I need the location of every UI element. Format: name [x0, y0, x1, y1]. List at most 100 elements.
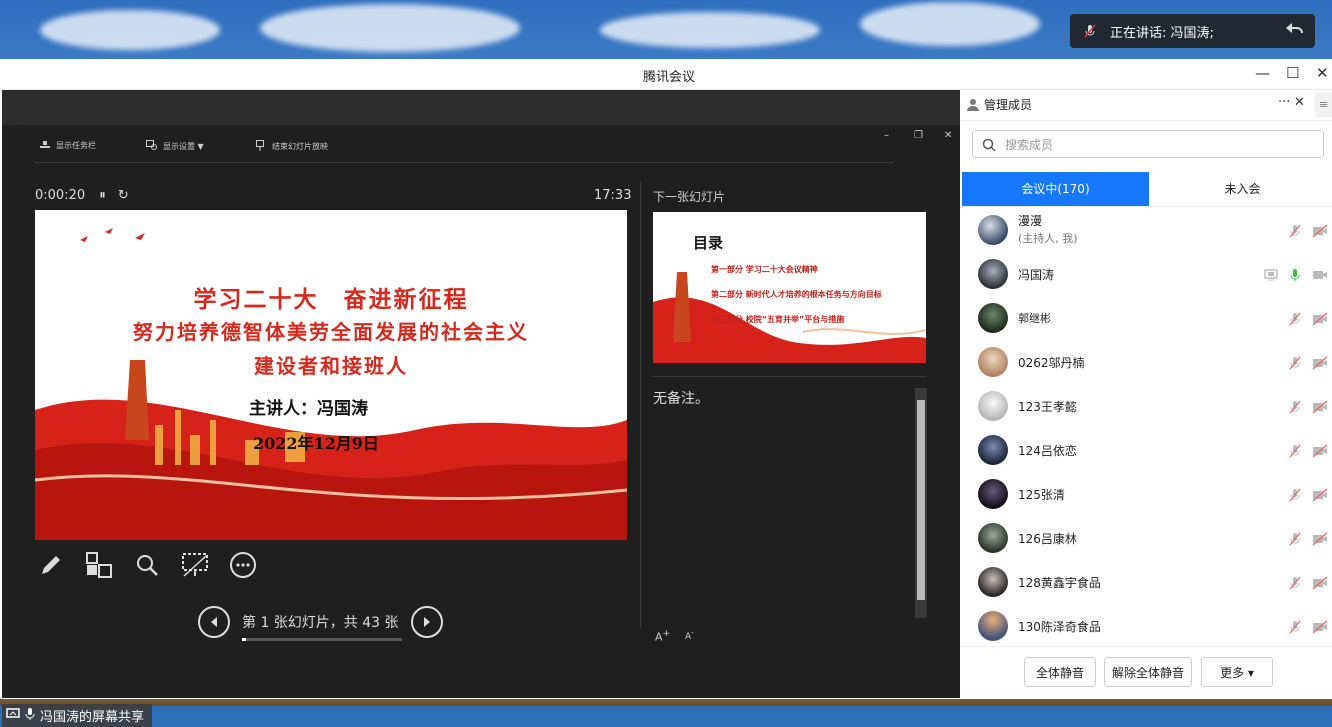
user-icon — [966, 97, 980, 116]
mic-muted-icon[interactable] — [1288, 619, 1302, 634]
speaking-text: 正在讲话: 冯国涛; — [1110, 25, 1214, 41]
member-tabs: 会议中(170) 未入会 — [962, 172, 1332, 207]
member-name: 郭继彬 — [1018, 312, 1051, 325]
taskbar-icon — [40, 140, 50, 151]
increase-font-button[interactable]: A+ — [655, 628, 670, 644]
close-button[interactable]: ✕ — [1316, 64, 1329, 82]
slide-progress-fill — [242, 638, 246, 641]
list-item[interactable]: 0262邬丹楠 — [960, 340, 1332, 384]
reset-timer-icon[interactable]: ↻ — [118, 188, 129, 203]
list-item[interactable]: 郭继彬 — [960, 296, 1332, 340]
pane-divider[interactable] — [640, 182, 641, 628]
mic-muted-icon[interactable] — [1288, 355, 1302, 370]
minimize-button[interactable]: — — [1255, 64, 1270, 82]
mic-muted-icon[interactable] — [1288, 223, 1302, 238]
cloud — [40, 10, 220, 50]
camera-off-icon[interactable] — [1312, 443, 1328, 458]
speaking-indicator[interactable]: 正在讲话: 冯国涛; — [1070, 14, 1315, 48]
camera-off-icon[interactable] — [1312, 311, 1328, 326]
pen-icon[interactable] — [36, 550, 66, 580]
unmute-all-button[interactable]: 解除全体静音 — [1104, 657, 1192, 687]
end-slideshow-button[interactable]: 结束幻灯片放映 — [256, 140, 328, 153]
next-slide-item: 第三部分 校院“五育并举”平台与措施 — [711, 315, 845, 324]
list-item[interactable]: 124吕依恋 — [960, 428, 1332, 472]
camera-off-icon[interactable] — [1312, 223, 1328, 238]
more-menu-icon[interactable]: ··· — [1278, 95, 1290, 110]
tab-in-meeting[interactable]: 会议中(170) — [962, 172, 1149, 206]
notes-scrollbar[interactable] — [915, 388, 927, 618]
black-screen-icon[interactable] — [180, 550, 210, 580]
camera-off-icon[interactable] — [1312, 619, 1328, 634]
member-name: 124吕依恋 — [1018, 444, 1077, 458]
panel-close-icon[interactable]: ✕ — [1294, 95, 1305, 110]
list-item[interactable]: 125张清 — [960, 472, 1332, 516]
presenter-minimize-button[interactable]: – — [884, 130, 889, 141]
previous-slide-button[interactable] — [198, 606, 230, 638]
presenter-restore-button[interactable]: ❐ — [914, 130, 923, 141]
screen-share-label[interactable]: 冯国涛的屏幕共享 — [2, 704, 153, 727]
mic-muted-icon[interactable] — [1288, 575, 1302, 590]
notes-scroll-thumb[interactable] — [917, 400, 925, 600]
decrease-font-button[interactable]: A- — [685, 628, 694, 642]
cloud — [860, 2, 1040, 46]
undo-icon[interactable] — [1285, 22, 1303, 40]
search-icon — [982, 137, 996, 156]
mic-muted-icon[interactable] — [1288, 487, 1302, 502]
slide-counter: 第 1 张幻灯片，共 43 张 — [242, 612, 402, 641]
avatar — [978, 259, 1008, 289]
member-search[interactable]: 搜索成员 — [972, 130, 1324, 158]
member-name: 0262邬丹楠 — [1018, 356, 1085, 370]
slide-title-line3: 建设者和接班人 — [254, 354, 408, 378]
mic-muted-icon[interactable] — [1288, 311, 1302, 326]
list-item[interactable]: 128黄鑫宇食品 — [960, 560, 1332, 604]
window-title: 腾讯会议 — [642, 70, 695, 85]
share-top-bar — [2, 90, 960, 125]
avatar — [978, 303, 1008, 333]
list-item[interactable]: 123王孝懿 — [960, 384, 1332, 428]
camera-off-icon[interactable] — [1312, 575, 1328, 590]
maximize-button[interactable]: ☐ — [1286, 64, 1299, 82]
members-footer: 全体静音 解除全体静音 更多 ▾ — [960, 646, 1332, 700]
slideshow-timer: 0:00:20 ⏸ ↻ — [35, 188, 129, 203]
more-button[interactable]: 更多 ▾ — [1201, 657, 1273, 687]
list-item[interactable]: 冯国涛 — [960, 252, 1332, 296]
end-slideshow-label: 结束幻灯片放映 — [272, 142, 328, 151]
pause-icon[interactable]: ⏸ — [99, 188, 106, 203]
all-slides-icon[interactable] — [84, 550, 114, 580]
camera-off-icon[interactable] — [1312, 531, 1328, 546]
avatar — [978, 347, 1008, 377]
mic-active-icon[interactable] — [1288, 267, 1302, 281]
speaker-notes: 无备注。 — [653, 391, 709, 407]
arrow-right-icon — [423, 617, 430, 627]
next-slide-label: 下一张幻灯片 — [653, 190, 726, 204]
member-name: 126吕康林 — [1018, 532, 1077, 546]
tab-not-joined[interactable]: 未入会 — [1149, 172, 1332, 206]
camera-off-icon[interactable] — [1312, 399, 1328, 414]
camera-off-icon[interactable] — [1312, 487, 1328, 502]
avatar — [978, 391, 1008, 421]
mic-muted-icon[interactable] — [1288, 443, 1302, 458]
list-item[interactable]: 126吕康林 — [960, 516, 1332, 560]
member-name: 128黄鑫宇食品 — [1018, 576, 1101, 590]
display-settings-button[interactable]: 显示设置 ▼ — [146, 140, 204, 152]
more-options-icon[interactable] — [228, 550, 258, 580]
mute-all-button[interactable]: 全体静音 — [1024, 657, 1096, 687]
title-bar: 腾讯会议 — ☐ ✕ — [0, 59, 1332, 90]
current-slide[interactable]: 学习二十大 奋进新征程 努力培养德智体美劳全面发展的社会主义 建设者和接班人 主… — [35, 210, 627, 540]
presenter-close-button[interactable]: ✕ — [944, 130, 952, 141]
list-item[interactable]: 130陈泽奇食品 — [960, 604, 1332, 648]
show-taskbar-button[interactable]: 显示任务栏 — [40, 140, 96, 151]
toolbar-separator — [34, 162, 894, 163]
members-panel-title: 管理成员 — [984, 98, 1033, 112]
camera-off-icon[interactable] — [1312, 355, 1328, 370]
camera-icon[interactable] — [1312, 267, 1327, 281]
member-list: 漫漫 (主持人, 我) 冯国涛 郭继彬 0262邬丹楠 123王孝懿 124吕依… — [960, 208, 1332, 648]
cloud — [260, 4, 520, 52]
mic-muted-icon[interactable] — [1288, 531, 1302, 546]
mic-muted-icon[interactable] — [1288, 399, 1302, 414]
slide-title-line2: 努力培养德智体美劳全面发展的社会主义 — [133, 320, 529, 344]
list-item[interactable]: 漫漫 (主持人, 我) — [960, 208, 1332, 252]
next-slide-button[interactable] — [410, 606, 443, 638]
panel-menu-icon[interactable]: ≡ — [1315, 93, 1332, 117]
zoom-icon[interactable] — [132, 550, 162, 580]
